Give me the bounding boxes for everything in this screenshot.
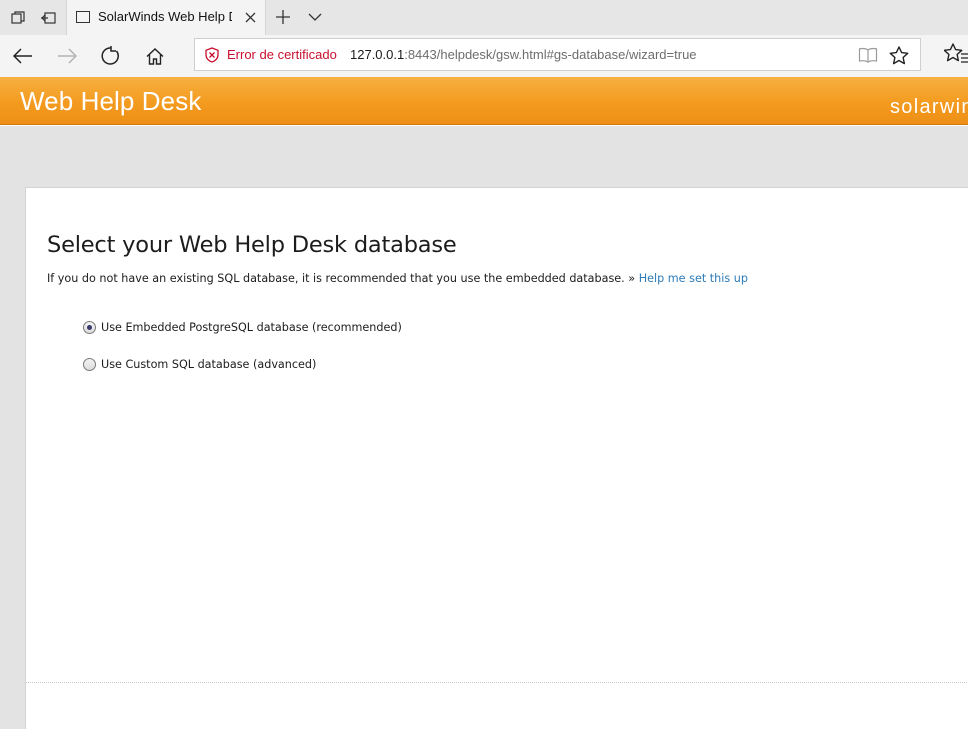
brand-logo: solarwinds	[890, 96, 968, 118]
cert-error-icon[interactable]	[204, 47, 220, 63]
browser-tab[interactable]: SolarWinds Web Help D	[66, 0, 266, 35]
option-label[interactable]: Use Custom SQL database (advanced)	[101, 358, 316, 371]
chevron-down-icon[interactable]	[302, 4, 328, 30]
radio-custom[interactable]	[83, 358, 96, 371]
page-title: Select your Web Help Desk database	[47, 232, 457, 258]
app-header: Web Help Desk solarwinds	[0, 77, 968, 125]
tab-strip: SolarWinds Web Help D	[0, 0, 968, 35]
plus-icon[interactable]	[270, 4, 296, 30]
page-icon	[76, 11, 90, 23]
address-bar[interactable]: Error de certificado 127.0.0.1:8443/help…	[194, 38, 921, 71]
description-text: If you do not have an existing SQL datab…	[47, 272, 636, 285]
url-text[interactable]: 127.0.0.1:8443/helpdesk/gsw.html#gs-data…	[350, 47, 697, 62]
reading-view-icon[interactable]	[857, 45, 879, 65]
cert-error-label[interactable]: Error de certificado	[227, 47, 337, 62]
close-icon[interactable]	[241, 8, 259, 26]
home-icon[interactable]	[137, 38, 173, 74]
app-title: Web Help Desk	[20, 86, 202, 116]
tab-title: SolarWinds Web Help D	[98, 9, 232, 24]
hub-icon[interactable]	[944, 43, 968, 67]
wizard-card: Select your Web Help Desk database If yo…	[25, 187, 968, 729]
back-arrow-icon[interactable]	[5, 38, 41, 74]
help-link[interactable]: Help me set this up	[639, 272, 748, 285]
option-embedded-postgresql[interactable]: Use Embedded PostgreSQL database (recomm…	[83, 321, 402, 334]
refresh-icon[interactable]	[93, 38, 129, 74]
tab-sets-icon[interactable]	[2, 0, 34, 35]
navigation-bar: Error de certificado 127.0.0.1:8443/help…	[0, 35, 968, 77]
option-custom-sql[interactable]: Use Custom SQL database (advanced)	[83, 358, 316, 371]
favorite-star-icon[interactable]	[888, 44, 910, 66]
option-label[interactable]: Use Embedded PostgreSQL database (recomm…	[101, 321, 402, 334]
url-host: 127.0.0.1	[350, 47, 405, 62]
forward-arrow-icon[interactable]	[49, 38, 85, 74]
divider	[26, 682, 968, 683]
url-path: :8443/helpdesk/gsw.html#gs-database/wiza…	[404, 47, 697, 62]
page-description: If you do not have an existing SQL datab…	[47, 272, 748, 285]
radio-embedded[interactable]	[83, 321, 96, 334]
tabs-aside-icon[interactable]	[32, 0, 64, 35]
